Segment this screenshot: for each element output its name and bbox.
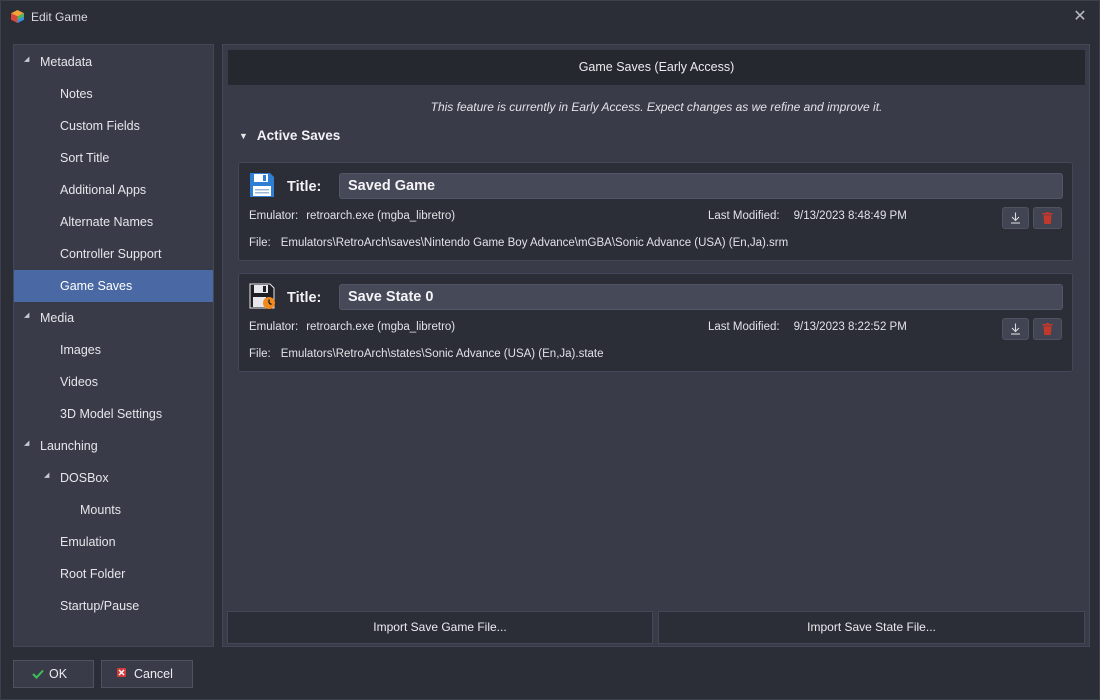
sidebar-item-dosbox[interactable]: ◢ DOSBox (14, 462, 213, 494)
ok-button[interactable]: OK (13, 660, 94, 688)
file-path: Emulators\RetroArch\saves\Nintendo Game … (280, 237, 789, 249)
sidebar-item-images[interactable]: Images (14, 334, 213, 366)
sidebar-item-notes[interactable]: Notes (14, 78, 213, 110)
sidebar-item-label: Alternate Names (60, 215, 154, 229)
cancel-label: Cancel (134, 667, 173, 681)
emulator-label: Emulator: (249, 210, 299, 222)
early-access-notice: This feature is currently in Early Acces… (430, 100, 883, 114)
expander-arrow-icon[interactable]: ◢ (44, 460, 49, 492)
sidebar-item-label: Custom Fields (60, 119, 140, 133)
floppy-disk-icon (250, 173, 274, 197)
last-modified-label: Last Modified: (708, 210, 780, 222)
sidebar-item-label: 3D Model Settings (60, 407, 163, 421)
sidebar-item-alternate-names[interactable]: Alternate Names (14, 206, 213, 238)
cancel-icon (116, 661, 128, 696)
sidebar-item-label: Media (40, 311, 75, 325)
file-label: File: (249, 237, 271, 249)
file-row: File: Emulators\RetroArch\states\Sonic Ad… (249, 348, 604, 360)
sidebar-item-root-folder[interactable]: Root Folder (14, 558, 213, 590)
sidebar-item-label: Metadata (40, 55, 93, 69)
close-button[interactable]: ✕ (1067, 5, 1093, 29)
file-path: Emulators\RetroArch\states\Sonic Advance… (280, 348, 604, 360)
file-label: File: (249, 348, 271, 360)
file-row: File: Emulators\RetroArch\saves\Nintendo … (249, 237, 788, 249)
sidebar-item-label: Images (60, 343, 101, 357)
sidebar-item-3d-model-settings[interactable]: 3D Model Settings (14, 398, 213, 430)
cancel-button[interactable]: Cancel (101, 660, 193, 688)
sidebar-item-game-saves[interactable]: Game Saves (14, 270, 213, 302)
sidebar-item-media[interactable]: ◢ Media (14, 302, 213, 334)
last-modified-value: 9/13/2023 8:48:49 PM (793, 210, 907, 222)
sidebar-item-videos[interactable]: Videos (14, 366, 213, 398)
last-modified-row: Last Modified: 9/13/2023 8:48:49 PM (708, 210, 907, 222)
download-icon (1011, 212, 1020, 224)
title-bar: Edit Game ✕ (1, 1, 1100, 33)
active-saves-toggle[interactable]: ▼ Active Saves (239, 128, 340, 143)
expand-arrow-icon: ▼ (239, 131, 248, 141)
emulator-value: retroarch.exe (mgba_libretro) (306, 321, 456, 333)
sidebar-nav: ◢ Metadata Notes Custom Fields Sort Title Add… (13, 44, 214, 647)
ok-label: OK (49, 667, 68, 681)
window-title: Edit Game (31, 10, 88, 24)
sidebar-item-label: Notes (60, 87, 93, 101)
sidebar-item-label: Startup/Pause (60, 599, 140, 613)
trash-icon (1042, 212, 1053, 224)
sidebar-item-label: Additional Apps (60, 183, 147, 197)
download-button[interactable] (1002, 318, 1029, 340)
launchbox-logo-icon (11, 10, 24, 23)
sidebar-item-label: Launching (40, 439, 98, 453)
import-save-state-button[interactable]: Import Save State File... (658, 611, 1085, 644)
emulator-row: Emulator: retroarch.exe (mgba_libretro) (249, 210, 455, 222)
title-label: Title: (287, 179, 322, 195)
sidebar-item-mounts[interactable]: Mounts (14, 494, 213, 526)
panel-header: Game Saves (Early Access) (228, 50, 1085, 85)
section-title: Active Saves (256, 128, 341, 143)
expander-arrow-icon[interactable]: ◢ (24, 300, 29, 332)
sidebar-item-metadata[interactable]: ◢ Metadata (14, 46, 213, 78)
expander-arrow-icon[interactable]: ◢ (24, 428, 29, 460)
sidebar-item-label: Controller Support (60, 247, 162, 261)
edit-game-window: Edit Game ✕ ◢ Metadata Notes Custom Fields S… (0, 0, 1100, 700)
sidebar-item-additional-apps[interactable]: Additional Apps (14, 174, 213, 206)
sidebar-item-label: Emulation (60, 535, 116, 549)
sidebar-item-startup-pause[interactable]: Startup/Pause (14, 590, 213, 622)
save-card: Title: Save State 0 Emulator: retroarch.e… (238, 273, 1073, 372)
delete-button[interactable] (1033, 318, 1062, 340)
game-saves-panel: Game Saves (Early Access) This feature i… (222, 44, 1090, 647)
last-modified-value: 9/13/2023 8:22:52 PM (793, 321, 907, 333)
title-label: Title: (287, 290, 322, 306)
sidebar-item-label: Root Folder (60, 567, 126, 581)
sidebar-item-label: Videos (60, 375, 98, 389)
last-modified-label: Last Modified: (708, 321, 780, 333)
close-icon: ✕ (1073, 8, 1087, 25)
checkmark-icon (32, 661, 44, 696)
floppy-disk-clock-icon (249, 283, 275, 309)
sidebar-item-label: Mounts (80, 503, 121, 517)
last-modified-row: Last Modified: 9/13/2023 8:22:52 PM (708, 321, 907, 333)
sidebar-item-label: Game Saves (60, 279, 133, 293)
sidebar-item-custom-fields[interactable]: Custom Fields (14, 110, 213, 142)
delete-button[interactable] (1033, 207, 1062, 229)
sidebar-item-label: DOSBox (60, 471, 109, 485)
sidebar-item-label: Sort Title (60, 151, 110, 165)
save-title-input[interactable]: Save State 0 (339, 284, 1063, 310)
emulator-label: Emulator: (249, 321, 299, 333)
save-title-input[interactable]: Saved Game (339, 173, 1063, 199)
save-card: Title: Saved Game Emulator: retroarch.exe… (238, 162, 1073, 261)
trash-icon (1042, 323, 1053, 335)
sidebar-item-launching[interactable]: ◢ Launching (14, 430, 213, 462)
emulator-row: Emulator: retroarch.exe (mgba_libretro) (249, 321, 455, 333)
sidebar-item-sort-title[interactable]: Sort Title (14, 142, 213, 174)
import-save-game-button[interactable]: Import Save Game File... (227, 611, 653, 644)
expander-arrow-icon[interactable]: ◢ (24, 44, 29, 76)
download-icon (1011, 323, 1020, 335)
sidebar-item-controller-support[interactable]: Controller Support (14, 238, 213, 270)
download-button[interactable] (1002, 207, 1029, 229)
emulator-value: retroarch.exe (mgba_libretro) (306, 210, 456, 222)
sidebar-item-emulation[interactable]: Emulation (14, 526, 213, 558)
